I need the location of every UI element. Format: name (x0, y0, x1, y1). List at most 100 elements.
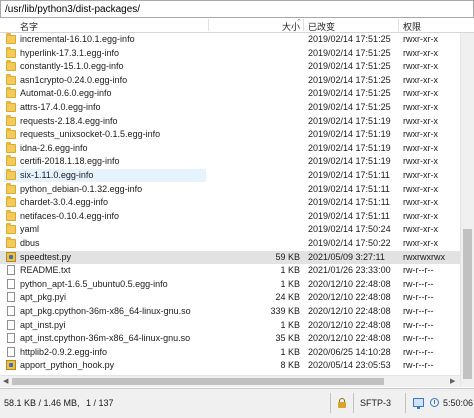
file-permissions: rwxr-xr-x (403, 88, 438, 99)
file-name: requests_unixsocket-0.1.5.egg-info (20, 129, 161, 140)
folder-row[interactable]: certifi-2018.1.18.egg-info 2019/02/14 17:… (0, 155, 460, 168)
file-modified: 2019/02/14 17:51:19 (308, 142, 391, 153)
status-bar: 58.1 KB / 1.46 MB, 1 / 137 SFTP-3 5:50:0… (0, 388, 474, 418)
folder-row[interactable]: yaml 2019/02/14 17:50:24 rwxr-xr-x (0, 223, 460, 236)
file-icon (7, 319, 15, 330)
file-name: incremental-16.10.1.egg-info (20, 34, 135, 44)
status-divider (405, 393, 406, 413)
file-permissions: rwxr-xr-x (403, 115, 438, 126)
protocol-label: SFTP-3 (360, 398, 392, 408)
file-permissions: rw-r--r-- (403, 360, 434, 371)
current-path[interactable]: /usr/lib/python3/dist-packages/ (5, 4, 140, 15)
file-modified: 2019/02/14 17:51:25 (308, 74, 391, 85)
file-name: certifi-2018.1.18.egg-info (20, 156, 120, 167)
file-size: 1 KB (280, 319, 300, 330)
column-separator[interactable] (303, 19, 304, 31)
scroll-right-arrow-icon[interactable]: ▶ (450, 377, 455, 385)
file-modified: 2019/02/14 17:51:11 (308, 183, 390, 194)
file-row[interactable]: README.txt 1 KB 2021/01/26 23:33:00 rw-r--r… (0, 264, 460, 277)
file-modified: 2020/12/10 22:48:08 (308, 306, 391, 316)
horizontal-scrollbar[interactable]: ◀ ▶ (0, 375, 460, 387)
file-permissions: rwxr-xr-x (403, 74, 438, 85)
folder-row[interactable]: asn1crypto-0.24.0.egg-info 2019/02/14 17:… (0, 73, 460, 87)
folder-row[interactable]: constantly-15.1.0.egg-info 2019/02/14 17:… (0, 60, 460, 73)
file-permissions: rw-r--r-- (403, 333, 434, 344)
vertical-scroll-thumb[interactable] (463, 229, 472, 379)
folder-icon (6, 46, 16, 58)
file-modified: 2020/12/10 22:48:08 (308, 333, 391, 344)
folder-icon (6, 128, 16, 140)
file-row[interactable]: speedtest.py 59 KB 2021/05/09 3:27:11 rwxrw… (0, 250, 460, 264)
column-separator[interactable] (398, 19, 399, 31)
file-modified: 2021/01/26 23:33:00 (308, 265, 391, 276)
folder-row[interactable]: requests-2.18.4.egg-info 2019/02/14 17:51… (0, 114, 460, 128)
scroll-left-arrow-icon[interactable]: ◀ (3, 377, 8, 385)
folder-icon (6, 196, 16, 208)
file-permissions: rwxr-xr-x (403, 47, 438, 58)
file-permissions: rw-r--r-- (403, 346, 434, 357)
folder-row[interactable]: chardet-3.0.4.egg-info 2019/02/14 17:51:1… (0, 196, 460, 209)
file-permissions: rw-r--r-- (403, 319, 434, 330)
path-bar[interactable]: /usr/lib/python3/dist-packages/ (0, 0, 474, 18)
file-row[interactable]: apt_pkg.pyi 24 KB 2020/12/10 22:48:08 rw-r-… (0, 291, 460, 304)
column-permissions[interactable]: 权限 (403, 20, 421, 33)
file-row[interactable]: apt_inst.cpython-36m-x86_64-linux-gnu.so… (0, 332, 460, 345)
file-modified: 2019/02/14 17:51:25 (308, 34, 391, 44)
file-row[interactable]: apt_pkg.cpython-36m-x86_64-linux-gnu.so 3… (0, 305, 460, 318)
column-modified[interactable]: 已改变 (308, 20, 335, 33)
file-modified: 2020/12/10 22:48:08 (308, 278, 391, 289)
file-size: 35 KB (275, 333, 300, 344)
file-row[interactable]: apt_inst.pyi 1 KB 2020/12/10 22:48:08 rw-r-… (0, 319, 460, 332)
file-icon (7, 292, 15, 303)
file-name: netifaces-0.10.4.egg-info (20, 210, 120, 221)
file-name: idna-2.6.egg-info (20, 142, 88, 153)
file-row[interactable]: httplib2-0.9.2.egg-info 1 KB 2020/06/25 14… (0, 346, 460, 359)
file-name: python_apt-1.6.5_ubuntu0.5.egg-info (20, 278, 168, 289)
file-modified: 2020/12/10 22:48:08 (308, 319, 391, 330)
column-separator[interactable] (208, 19, 209, 31)
folder-row[interactable]: Automat-0.6.0.egg-info 2019/02/14 17:51:2… (0, 87, 460, 100)
file-row[interactable]: apport_python_hook.py 8 KB 2020/05/14 23:0… (0, 359, 460, 372)
file-permissions: rw-r--r-- (403, 306, 434, 316)
file-name: hyperlink-17.3.1.egg-info (20, 47, 120, 58)
folder-row[interactable]: dbus 2019/02/14 17:50:22 rwxr-xr-x (0, 237, 460, 250)
folder-icon (6, 33, 16, 44)
vertical-scrollbar[interactable] (460, 33, 474, 387)
file-name: Automat-0.6.0.egg-info (20, 88, 112, 99)
selection-count: 1 / 137 (86, 398, 114, 408)
folder-row[interactable]: python_debian-0.1.32.egg-info 2019/02/14 … (0, 182, 460, 196)
file-name: apport_python_hook.py (20, 360, 115, 371)
file-icon (7, 306, 15, 316)
column-name[interactable]: 名字 (20, 20, 38, 33)
folder-row[interactable]: idna-2.6.egg-info 2019/02/14 17:51:19 rwxr… (0, 141, 460, 155)
file-row[interactable]: python_apt-1.6.5_ubuntu0.5.egg-info 1 KB 2… (0, 278, 460, 291)
file-name: apt_pkg.pyi (20, 292, 67, 303)
file-modified: 2020/05/14 23:05:53 (308, 360, 391, 371)
folder-row[interactable]: incremental-16.10.1.egg-info 2019/02/14 1… (0, 33, 460, 46)
file-list[interactable]: incremental-16.10.1.egg-info 2019/02/14 1… (0, 33, 460, 387)
folder-icon (6, 223, 16, 235)
column-header: 名字 大小 ⌃ 已改变 权限 (0, 18, 474, 33)
folder-row[interactable]: attrs-17.4.0.egg-info 2019/02/14 17:51:25… (0, 101, 460, 114)
file-permissions: rwxr-xr-x (403, 224, 438, 235)
folder-row[interactable]: hyperlink-17.3.1.egg-info 2019/02/14 17:5… (0, 46, 460, 60)
file-permissions: rwxr-xr-x (403, 170, 438, 180)
horizontal-scroll-thumb[interactable] (12, 378, 384, 385)
file-icon (7, 265, 15, 276)
folder-icon (6, 141, 16, 153)
file-permissions: rwxr-xr-x (403, 210, 438, 221)
file-size: 339 KB (270, 306, 300, 316)
folder-row[interactable]: six-1.11.0.egg-info 2019/02/14 17:51:11 rw… (0, 169, 460, 182)
file-modified: 2019/02/14 17:51:25 (308, 61, 391, 72)
folder-row[interactable]: requests_unixsocket-0.1.5.egg-info 2019/0… (0, 128, 460, 141)
folder-icon (6, 101, 16, 112)
folder-row[interactable]: netifaces-0.10.4.egg-info 2019/02/14 17:5… (0, 209, 460, 223)
selection-size: 58.1 KB / 1.46 MB, (4, 398, 80, 408)
lock-icon (338, 398, 346, 408)
file-name: six-1.11.0.egg-info (20, 170, 94, 180)
file-permissions: rwxr-xr-x (403, 156, 438, 167)
file-name: attrs-17.4.0.egg-info (20, 102, 101, 112)
file-permissions: rw-r--r-- (403, 278, 434, 289)
file-modified: 2019/02/14 17:51:19 (308, 156, 391, 167)
file-modified: 2019/02/14 17:51:25 (308, 47, 391, 58)
